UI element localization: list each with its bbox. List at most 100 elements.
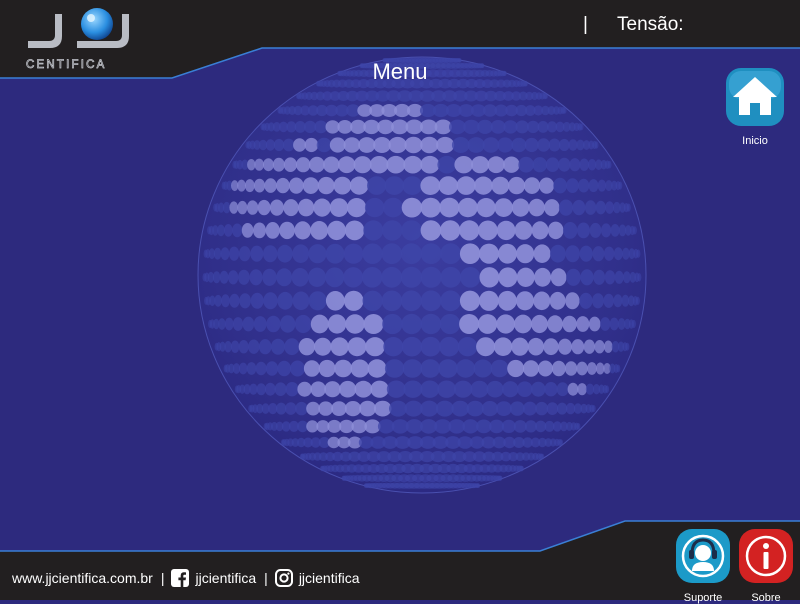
facebook-icon <box>171 569 190 587</box>
globe-sea-dot <box>401 290 422 312</box>
globe-sea-dot <box>224 317 234 331</box>
globe-sea-dot <box>579 123 584 131</box>
globe-sea-dot <box>451 400 469 417</box>
globe-land-dot <box>373 137 391 153</box>
website-link[interactable]: www.jjcientifica.com.br <box>12 570 153 586</box>
house-icon <box>726 68 784 126</box>
globe-sea-dot <box>437 380 456 398</box>
globe-land-dot <box>388 136 407 154</box>
globe-land-dot <box>347 337 367 357</box>
globe-sea-dot <box>381 266 403 288</box>
globe-sea-dot <box>292 244 310 263</box>
globe-sea-dot <box>562 107 567 114</box>
globe-sea-dot <box>556 402 568 415</box>
globe-land-dot <box>264 178 277 193</box>
instagram-link[interactable]: jjcientifica <box>299 570 360 586</box>
globe-land-dot <box>310 221 329 240</box>
globe-sea-dot <box>558 199 574 216</box>
globe-sea-dot <box>579 158 589 171</box>
globe-land-dot <box>401 197 423 218</box>
globe-land-dot <box>329 137 346 153</box>
globe-land-dot <box>358 137 376 153</box>
globe-sea-dot <box>496 401 512 416</box>
globe-land-dot <box>343 290 364 311</box>
headset-icon <box>676 529 730 583</box>
globe-sea-dot <box>277 291 293 310</box>
globe-sea-dot <box>453 380 473 398</box>
globe-sea-dot <box>250 292 264 309</box>
globe-sea-dot <box>546 402 559 415</box>
globe-sea-dot <box>636 249 641 258</box>
globe-sea-dot <box>588 179 599 193</box>
globe-land-dot <box>487 156 505 174</box>
globe-land-dot <box>269 199 284 216</box>
globe-sea-dot <box>232 223 243 238</box>
globe-land-dot <box>458 197 478 218</box>
globe-sea-dot <box>389 400 407 417</box>
globe-sea-dot <box>603 246 615 261</box>
globe-sea-dot <box>232 317 244 331</box>
globe-sea-dot <box>545 157 560 172</box>
facebook-link[interactable]: jjcientifica <box>195 570 256 586</box>
globe-land-dot <box>543 338 559 356</box>
globe-land-dot <box>324 381 341 398</box>
globe-land-dot <box>494 198 513 218</box>
globe-sea-dot <box>490 359 509 378</box>
globe-sea-dot <box>229 293 240 308</box>
globe-sea-dot <box>420 243 442 265</box>
globe-sea-dot <box>559 138 570 152</box>
globe-sea-dot <box>239 293 251 309</box>
globe-land-dot <box>436 136 455 154</box>
globe-sea-dot <box>403 380 423 398</box>
globe-land-dot <box>588 316 601 332</box>
globe-sea-dot <box>537 138 550 152</box>
globe-land-dot <box>456 176 476 195</box>
globe-land-dot <box>403 155 423 174</box>
header-separator: | <box>583 14 588 35</box>
globe-sea-dot <box>437 155 457 174</box>
support-button[interactable]: Suporte <box>674 528 732 604</box>
globe-sea-dot <box>517 381 533 398</box>
globe-land-dot <box>531 221 549 240</box>
globe-land-dot <box>479 267 500 288</box>
globe-sea-dot <box>614 270 624 284</box>
globe-sea-dot <box>212 271 221 284</box>
globe-sea-dot <box>486 380 504 398</box>
globe-sea-dot <box>271 338 285 355</box>
globe-sea-dot <box>569 158 581 172</box>
globe-land-dot <box>507 359 525 378</box>
globe-land-dot <box>313 198 331 217</box>
globe-sea-dot <box>284 338 300 356</box>
about-button[interactable]: Sobre <box>737 528 795 604</box>
about-label: Sobre <box>751 592 781 604</box>
globe-land-dot <box>297 198 315 217</box>
globe-sea-dot <box>579 292 593 309</box>
globe-sea-dot <box>603 293 614 308</box>
globe-sea-dot <box>238 340 249 354</box>
globe-sea-dot <box>572 199 586 216</box>
globe-land-dot <box>565 292 580 310</box>
footer-links: www.jjcientifica.com.br | jjcientifica |… <box>12 569 360 587</box>
globe-sea-dot <box>466 400 484 417</box>
globe-sea-dot <box>295 401 308 416</box>
globe-sea-dot <box>523 401 537 416</box>
globe-land-dot <box>347 198 367 218</box>
globe-land-dot <box>404 136 423 154</box>
globe-sea-dot <box>556 382 569 397</box>
globe-sea-dot <box>605 385 610 394</box>
globe-land-dot <box>329 198 349 218</box>
home-button[interactable]: Inicio <box>724 67 786 147</box>
globe-land-dot <box>539 177 555 194</box>
globe-sea-dot <box>218 318 226 330</box>
globe-sea-dot <box>548 138 561 152</box>
globe-land-dot <box>302 177 319 194</box>
globe-sea-dot <box>223 224 233 237</box>
globe-land-dot <box>272 157 285 172</box>
globe-land-dot <box>491 176 510 195</box>
globe-land-dot <box>454 156 474 174</box>
globe-sea-dot <box>294 314 312 334</box>
globe-land-dot <box>531 314 548 334</box>
globe-land-dot <box>330 337 349 357</box>
globe-land-dot <box>333 176 352 195</box>
globe-sea-dot <box>381 243 403 265</box>
